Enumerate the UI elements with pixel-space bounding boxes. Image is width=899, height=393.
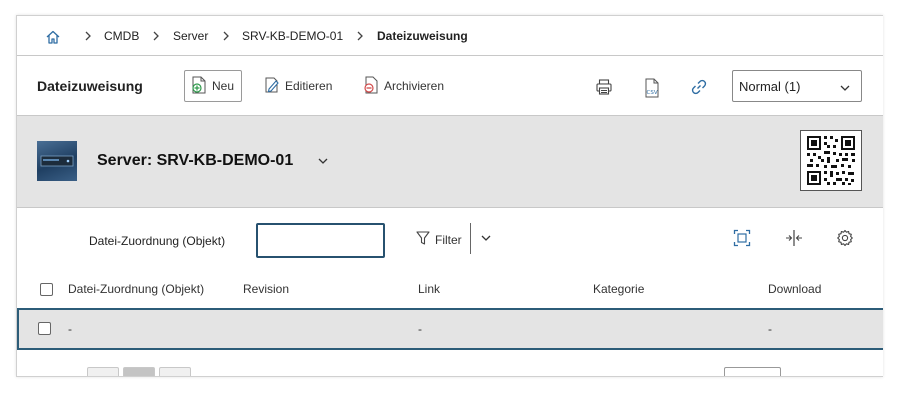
server-image [37,141,77,181]
cell-download: - [768,322,772,336]
csv-export-icon[interactable]: CSV [643,78,663,98]
gear-icon[interactable] [836,229,856,249]
chevron-down-icon[interactable] [480,232,492,246]
new-file-icon [191,76,207,97]
column-header-revision[interactable]: Revision [243,282,289,296]
filter-button-label: Filter [435,232,462,247]
page-toolbar: Dateizuweisung Neu Editieren Archivieren… [17,56,883,116]
page-title: Dateizuweisung [37,78,143,94]
new-button[interactable]: Neu [184,70,243,102]
row-checkbox[interactable] [38,322,51,335]
qr-code[interactable] [800,130,862,191]
table-header: Datei-Zuordnung (Objekt) Revision Link K… [17,270,883,308]
column-header-category[interactable]: Kategorie [593,282,644,296]
print-icon[interactable] [595,78,615,98]
chevron-right-icon [221,29,231,43]
fullscreen-icon[interactable] [733,229,753,249]
archive-icon [363,76,379,97]
new-button-label: Neu [212,79,235,93]
object-header: Server: SRV-KB-DEMO-01 [17,116,883,208]
chevron-right-icon [151,29,161,43]
chevron-down-icon [839,81,851,96]
breadcrumb-item-cmdb[interactable]: CMDB [104,29,139,43]
edit-icon [264,76,280,97]
breadcrumb-item-object[interactable]: SRV-KB-DEMO-01 [242,29,343,43]
filter-row: Datei-Zuordnung (Objekt) Filter [17,208,883,270]
pagination-page-button[interactable] [123,367,155,376]
archive-button-label: Archivieren [384,79,445,93]
breadcrumb-item-server[interactable]: Server [173,29,208,43]
select-all-checkbox[interactable] [40,283,53,296]
edit-button[interactable]: Editieren [264,70,332,102]
view-select[interactable]: Normal (1) [732,70,862,102]
table-row[interactable]: - - - [17,308,883,350]
chevron-right-icon [355,29,365,43]
object-title: Server: SRV-KB-DEMO-01 [97,152,294,169]
chevron-right-icon [83,29,93,43]
view-select-value: Normal (1) [739,78,801,94]
filter-field-label: Datei-Zuordnung (Objekt) [89,234,226,248]
filter-button[interactable]: Filter [416,230,462,249]
chevron-down-icon[interactable] [317,155,329,169]
home-icon[interactable] [45,29,61,45]
archive-button[interactable]: Archivieren [363,70,444,102]
edit-button-label: Editieren [285,79,333,93]
column-header-file-assignment[interactable]: Datei-Zuordnung (Objekt) [68,282,204,296]
main-frame: CMDB Server SRV-KB-DEMO-01 Dateizuweisun… [16,15,883,377]
divider [470,223,471,254]
pagination-next-button[interactable] [159,367,191,376]
cell-file-assignment: - [68,322,72,336]
breadcrumb-item-current: Dateizuweisung [377,29,468,43]
pagination-prev-button[interactable] [87,367,119,376]
column-width-icon[interactable] [784,229,804,249]
page-size-select[interactable] [724,367,781,376]
cell-link: - [418,322,422,336]
breadcrumb: CMDB Server SRV-KB-DEMO-01 Dateizuweisun… [17,16,883,56]
filter-input[interactable] [256,223,385,258]
link-icon[interactable] [690,78,710,98]
svg-text:CSV: CSV [647,90,658,96]
column-header-link[interactable]: Link [418,282,440,296]
column-header-download[interactable]: Download [768,282,821,296]
funnel-icon [416,230,430,249]
